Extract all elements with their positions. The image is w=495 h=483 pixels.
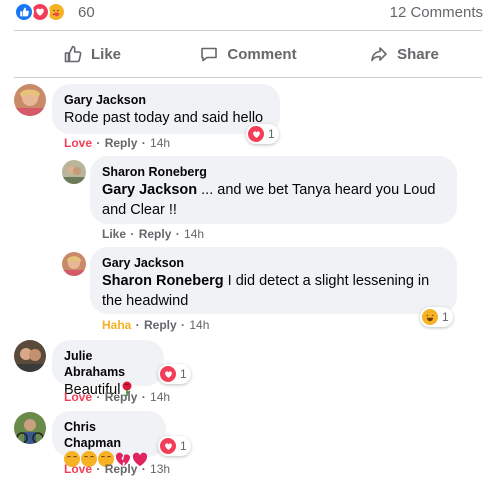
reaction-icons[interactable]	[14, 2, 66, 22]
comment-actions: Haha · Reply · 14h	[102, 318, 210, 332]
comment-reaction-count[interactable]: 1	[420, 307, 453, 327]
like-reaction-icon	[14, 2, 34, 22]
comment-timestamp[interactable]: 14h	[150, 390, 170, 404]
like-button-label: Like	[90, 45, 121, 63]
reaction-count[interactable]: 60	[78, 4, 95, 21]
reaction-link[interactable]: Love	[64, 462, 92, 476]
comment-reaction-count[interactable]: 1	[158, 364, 191, 384]
like-link[interactable]: Like	[102, 227, 126, 241]
avatar[interactable]	[62, 252, 86, 276]
comment-actions: Love · Reply · 13h	[64, 462, 171, 476]
reaction-link[interactable]: Love	[64, 390, 92, 404]
comment-actions: Like · Reply · 14h	[102, 227, 205, 241]
avatar[interactable]	[62, 160, 86, 184]
comment-author[interactable]: Chris Chapman	[64, 419, 154, 451]
thumbs-up-icon	[64, 45, 82, 63]
comment-timestamp[interactable]: 14h	[150, 136, 170, 150]
comment-reaction-count[interactable]: 1	[158, 436, 191, 456]
comment-author[interactable]: Gary Jackson	[102, 255, 445, 271]
share-button[interactable]: Share	[326, 31, 482, 77]
comment-button-label: Comment	[227, 45, 297, 63]
avatar[interactable]	[14, 340, 46, 372]
comment-author[interactable]: Sharon Roneberg	[102, 164, 445, 180]
comment-icon	[201, 47, 218, 62]
love-reaction-icon	[248, 126, 264, 142]
avatar[interactable]	[14, 412, 46, 444]
comment-actions: Love · Reply · 14h	[64, 136, 171, 150]
reply-link[interactable]: Reply	[105, 390, 138, 404]
comment-author[interactable]: Julie Abrahams	[64, 348, 152, 380]
share-icon	[371, 47, 387, 62]
comment-bubble: Gary Jackson Sharon Roneberg I did detec…	[90, 247, 457, 314]
reply-link[interactable]: Reply	[139, 227, 172, 241]
mention-tag[interactable]: Sharon Roneberg	[102, 273, 224, 289]
mention-tag[interactable]: Gary Jackson	[102, 182, 197, 198]
haha-reaction-icon	[422, 309, 438, 325]
love-reaction-icon	[160, 438, 176, 454]
comment-author[interactable]: Gary Jackson	[64, 92, 268, 108]
comments-count-link[interactable]: 12 Comments	[390, 4, 483, 21]
reaction-link[interactable]: Love	[64, 136, 92, 150]
comment-bubble: Chris Chapman	[52, 411, 166, 467]
comment-reaction-count[interactable]: 1	[246, 124, 279, 144]
comment-bubble: Gary Jackson Rode past today and said he…	[52, 84, 280, 134]
comment-bubble: Sharon Roneberg Gary Jackson ... and we …	[90, 156, 457, 224]
share-button-label: Share	[397, 45, 439, 63]
reply-link[interactable]: Reply	[105, 136, 138, 150]
comment-bubble: Julie Abrahams Beautiful	[52, 340, 164, 398]
reply-link[interactable]: Reply	[144, 318, 177, 332]
comment-actions: Love · Reply · 14h	[64, 390, 171, 404]
comment-timestamp[interactable]: 14h	[189, 318, 209, 332]
comment-text: Rode past today and said hello	[64, 110, 264, 126]
love-reaction-icon	[160, 366, 176, 382]
avatar[interactable]	[14, 84, 46, 116]
reaction-link[interactable]: Haha	[102, 318, 131, 332]
post-action-bar: Like Comment Share	[14, 30, 482, 78]
comment-timestamp[interactable]: 14h	[184, 227, 204, 241]
reactions-summary: 60 12 Comments	[0, 0, 495, 26]
comment-timestamp[interactable]: 13h	[150, 462, 170, 476]
like-button[interactable]: Like	[14, 31, 170, 77]
reply-link[interactable]: Reply	[105, 462, 138, 476]
comment-button[interactable]: Comment	[170, 31, 326, 77]
